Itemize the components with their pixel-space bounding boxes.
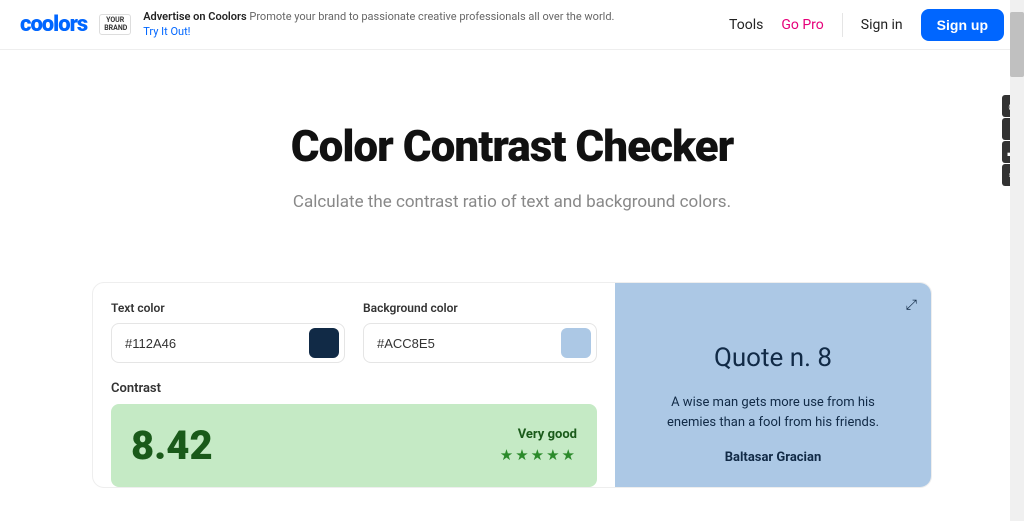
bg-color-label: Background color — [363, 301, 597, 315]
preview-panel: ⤢ Quote n. 8 A wise man gets more use fr… — [615, 283, 931, 487]
page-title: Color Contrast Checker — [20, 120, 1004, 172]
contrast-label: Contrast — [111, 381, 597, 396]
nav-go-pro[interactable]: Go Pro — [781, 17, 823, 33]
text-color-label: Text color — [111, 301, 345, 315]
quote-title: Quote n. 8 — [645, 343, 901, 373]
text-color-group: Text color — [111, 301, 345, 363]
text-color-input-wrap — [111, 323, 345, 363]
bg-color-input-wrap — [363, 323, 597, 363]
contrast-value: 8.42 — [131, 422, 213, 469]
header-right: Tools Go Pro Sign in Sign up — [729, 9, 1004, 41]
checker-controls: Text color Background color Contrast 8. — [93, 283, 615, 487]
page-subtitle: Calculate the contrast ratio of text and… — [20, 192, 1004, 212]
header-left: coolors YOUR BRAND Advertise on Coolors … — [20, 10, 614, 39]
quote-author: Baltasar Gracian — [645, 450, 901, 465]
main: Color Contrast Checker Calculate the con… — [0, 50, 1024, 488]
scroll-thumb[interactable] — [1010, 12, 1024, 77]
checker-panel: Text color Background color Contrast 8. — [92, 282, 932, 488]
rating-text: Very good — [500, 427, 577, 442]
bg-color-swatch[interactable] — [561, 328, 591, 358]
rating: Very good ★★★★★ — [500, 427, 577, 464]
nav-tools[interactable]: Tools — [729, 17, 763, 33]
rating-stars: ★★★★★ — [500, 446, 577, 464]
header: coolors YOUR BRAND Advertise on Coolors … — [0, 0, 1024, 50]
scrollbar[interactable] — [1010, 0, 1024, 521]
logo[interactable]: coolors — [20, 12, 87, 37]
quote-text: A wise man gets more use from his enemie… — [645, 393, 901, 432]
color-row: Text color Background color — [111, 301, 597, 363]
nav-divider — [842, 13, 843, 37]
advert-text: Advertise on Coolors Promote your brand … — [143, 10, 614, 39]
advert-body: Promote your brand to passionate creativ… — [249, 10, 614, 23]
text-color-input[interactable] — [117, 336, 309, 351]
sign-up-button[interactable]: Sign up — [921, 9, 1004, 41]
contrast-result: 8.42 Very good ★★★★★ — [111, 404, 597, 487]
bg-color-input[interactable] — [369, 336, 561, 351]
expand-icon[interactable]: ⤢ — [906, 297, 917, 313]
text-color-swatch[interactable] — [309, 328, 339, 358]
bg-color-group: Background color — [363, 301, 597, 363]
nav-sign-in[interactable]: Sign in — [861, 17, 903, 33]
brand-badge[interactable]: YOUR BRAND — [99, 14, 131, 35]
advert-title: Advertise on Coolors — [143, 10, 246, 23]
advert-link[interactable]: Try It Out! — [143, 25, 190, 38]
